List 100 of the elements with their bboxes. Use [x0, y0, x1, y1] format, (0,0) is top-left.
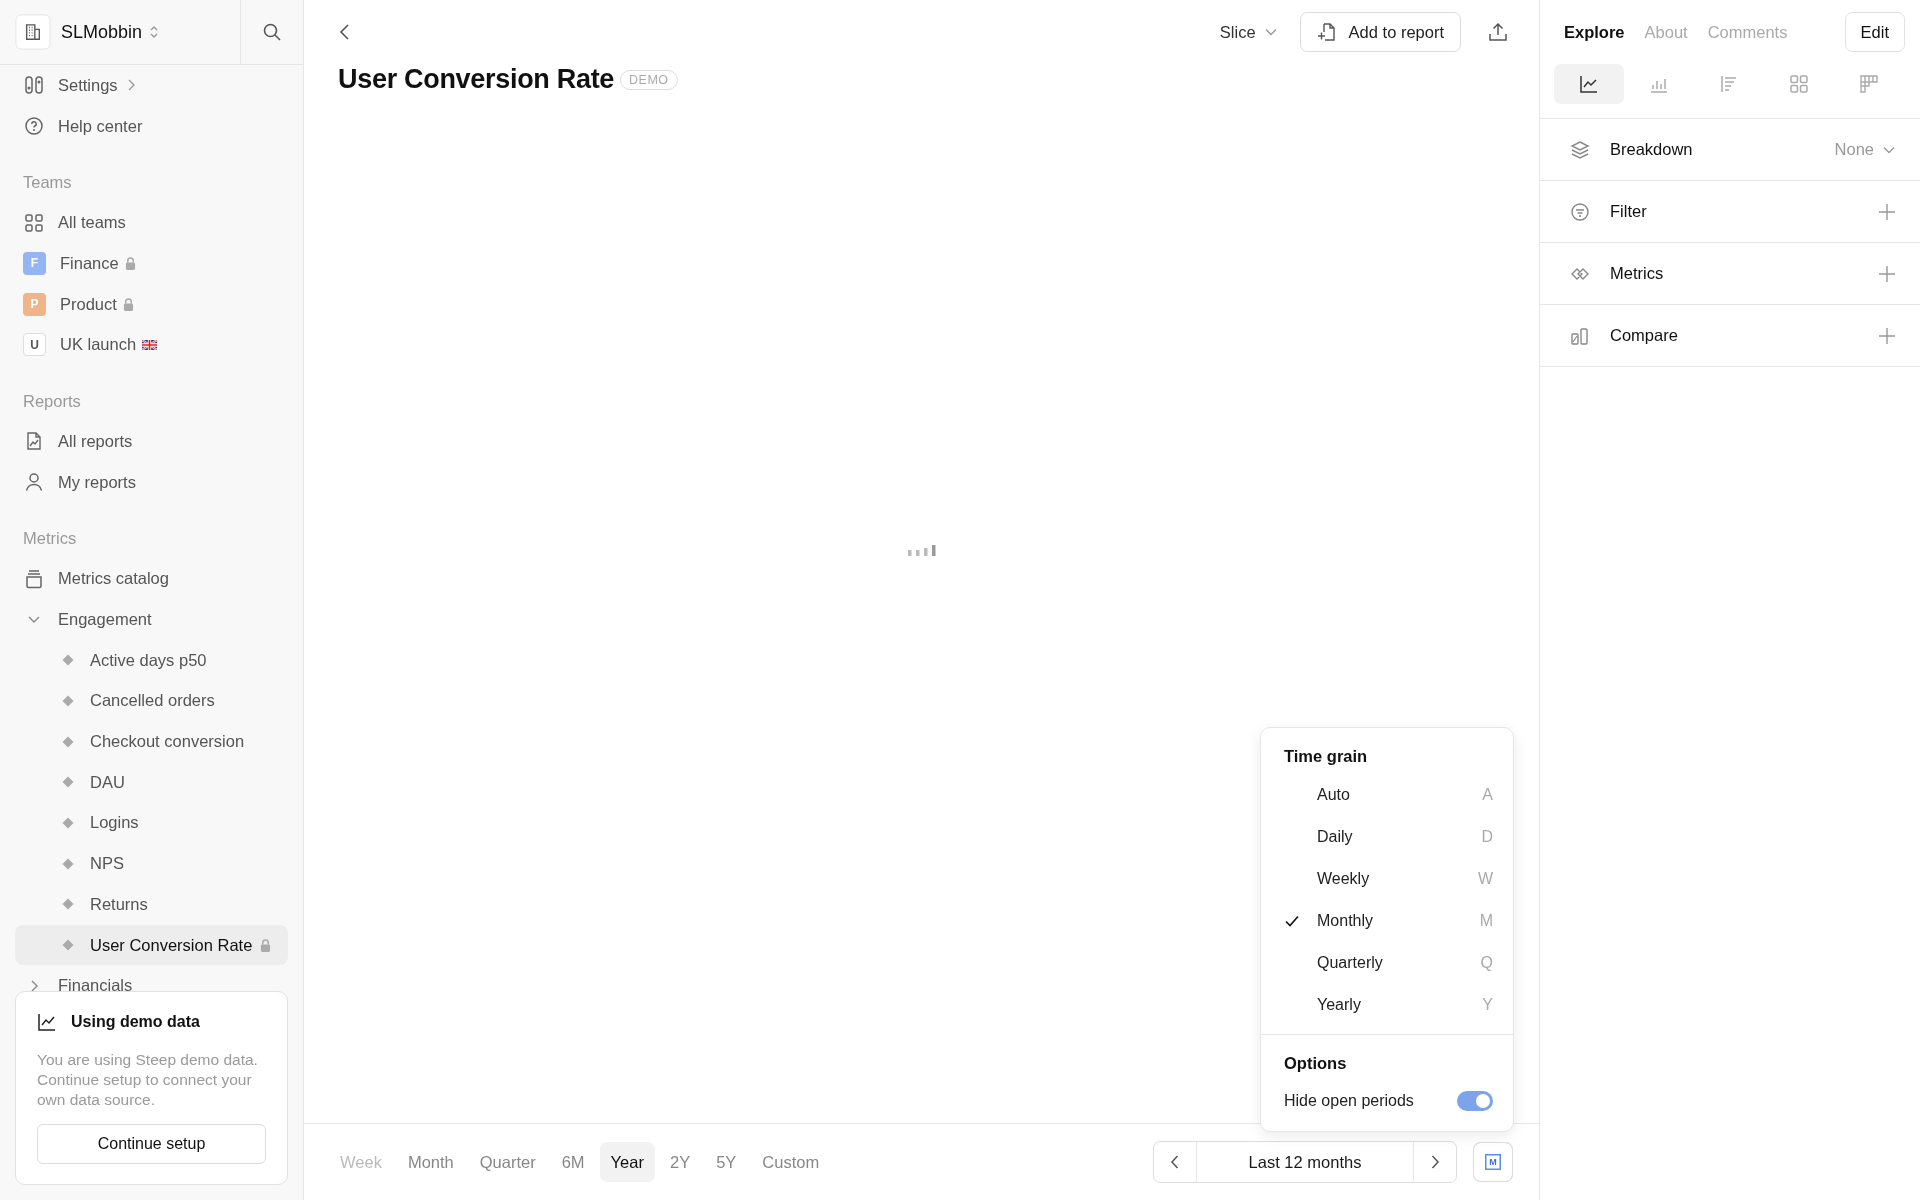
nav-item[interactable]: U UK launch: [15, 324, 288, 366]
grain-calendar-button[interactable]: M: [1473, 1142, 1513, 1182]
option-label: Auto: [1317, 786, 1351, 804]
nav-item[interactable]: NPS: [15, 843, 288, 884]
lock-icon: [260, 938, 272, 952]
nav-item[interactable]: Logins: [15, 802, 288, 844]
chevron-down-icon: [1882, 144, 1896, 155]
nav-item[interactable]: My reports: [15, 461, 288, 503]
menu-option[interactable]: Quarterly Q: [1261, 942, 1513, 984]
grid-icon: [24, 212, 44, 233]
nav-item[interactable]: Returns: [15, 884, 288, 925]
nav-item[interactable]: Checkout conversion: [15, 721, 288, 762]
section-title: Reports: [22, 390, 82, 412]
section-label: Breakdown: [1610, 140, 1693, 159]
menu-option[interactable]: Auto A: [1261, 774, 1513, 816]
nav-item[interactable]: Metrics catalog: [15, 558, 288, 600]
nav-item[interactable]: Settings: [15, 65, 288, 106]
range-tab[interactable]: Year: [599, 1142, 655, 1182]
shortcut-key: D: [1481, 828, 1493, 846]
lock-icon: [124, 256, 136, 270]
continue-setup-button[interactable]: Continue setup: [37, 1124, 266, 1164]
range-tab[interactable]: Quarter: [468, 1142, 547, 1182]
edit-button[interactable]: Edit: [1844, 12, 1905, 52]
table-icon: [1859, 74, 1879, 94]
page-title: User Conversion Rate: [338, 64, 615, 95]
nav-item[interactable]: User Conversion Rate: [15, 924, 288, 966]
menu-title: Options: [1283, 1052, 1348, 1074]
shortcut-key: W: [1477, 870, 1493, 888]
period-label: Last 12 months: [1196, 1142, 1414, 1182]
shortcut-key: Y: [1482, 996, 1493, 1014]
nav-item[interactable]: All teams: [15, 202, 288, 244]
grid-icon: [1789, 74, 1809, 94]
nav-item[interactable]: Help center: [15, 105, 288, 147]
option-label: Hide open periods: [1284, 1092, 1415, 1110]
panel-section[interactable]: Breakdown None: [1540, 119, 1920, 181]
diamond-icon: [62, 654, 74, 667]
nav-item[interactable]: Cancelled orders: [15, 680, 288, 722]
card-text: You are using Steep demo data. Continue setup to connect your own data source.: [37, 1050, 259, 1110]
add-to-report-button[interactable]: Add to report: [1299, 12, 1461, 52]
line-chart-icon: [37, 1012, 57, 1032]
chevron-left-icon: [338, 23, 352, 41]
section-title: Teams: [22, 171, 73, 193]
option-label: Quarterly: [1317, 954, 1384, 972]
nav-item[interactable]: F Finance: [15, 243, 288, 284]
toggle-switch[interactable]: [1457, 1091, 1493, 1111]
section-label: Filter: [1610, 202, 1647, 221]
team-avatar: P: [23, 292, 46, 316]
compare-icon: [1570, 325, 1590, 346]
nav-item[interactable]: All reports: [15, 421, 288, 462]
document-chart-icon: [24, 431, 44, 452]
menu-option[interactable]: Monthly M: [1261, 900, 1513, 942]
chevron-down-icon: [28, 616, 40, 624]
chevron-down-icon: [1263, 27, 1278, 37]
plus-icon: [1878, 326, 1896, 345]
option-label: Yearly: [1317, 996, 1362, 1014]
option-label: Weekly: [1317, 870, 1371, 888]
range-tab[interactable]: 5Y: [705, 1142, 748, 1182]
diamond-icon: [62, 694, 74, 707]
nav-item[interactable]: DAU: [15, 761, 288, 803]
nav-item[interactable]: P Product: [15, 283, 288, 325]
search-icon: [262, 22, 282, 42]
nav-item[interactable]: Engagement: [15, 599, 288, 640]
document-plus-icon: [1316, 22, 1337, 42]
slice-dropdown[interactable]: Slice: [1219, 22, 1278, 42]
option-label: Monthly: [1317, 912, 1375, 930]
shortcut-key: M: [1479, 912, 1493, 930]
diamond-icon: [62, 776, 74, 789]
range-tab[interactable]: Custom: [751, 1142, 831, 1182]
diamond-icon: [62, 857, 74, 870]
chart-type-button[interactable]: [1554, 64, 1624, 104]
range-tab[interactable]: 6M: [550, 1142, 596, 1182]
diamond-icon: [62, 898, 74, 911]
section-label: Compare: [1610, 326, 1678, 345]
workspace-switcher[interactable]: SLMobbin: [61, 21, 161, 43]
range-tab[interactable]: 2Y: [658, 1142, 702, 1182]
stack-icon: [24, 568, 44, 589]
team-avatar: U: [23, 333, 46, 357]
nav-item[interactable]: Active days p50: [15, 639, 288, 681]
layers-icon: [1570, 139, 1590, 160]
option-label: Daily: [1317, 828, 1354, 846]
panel-section[interactable]: Filter: [1540, 181, 1920, 243]
panel-tab[interactable]: Explore: [1564, 22, 1625, 42]
person-icon: [24, 472, 44, 493]
menu-option[interactable]: Daily D: [1261, 816, 1513, 858]
toggles-icon: [24, 75, 44, 96]
menu-option[interactable]: Weekly W: [1261, 858, 1513, 900]
upload-icon: [1487, 21, 1509, 43]
section-title: Metrics: [22, 528, 78, 549]
horizontal-bars-icon: [1719, 74, 1739, 94]
panel-section[interactable]: Compare: [1540, 305, 1920, 367]
panel-section[interactable]: Metrics: [1540, 243, 1920, 305]
plus-icon: [1878, 264, 1896, 283]
flag-icon: [142, 339, 158, 350]
diamond-icon: [62, 939, 74, 952]
diamond-icon: [62, 816, 74, 829]
range-tab[interactable]: Month: [396, 1142, 465, 1182]
filter-icon: [1570, 201, 1590, 222]
menu-option[interactable]: Yearly Y: [1261, 984, 1513, 1026]
plus-icon: [1878, 202, 1896, 221]
diamond-icon: [62, 735, 74, 748]
